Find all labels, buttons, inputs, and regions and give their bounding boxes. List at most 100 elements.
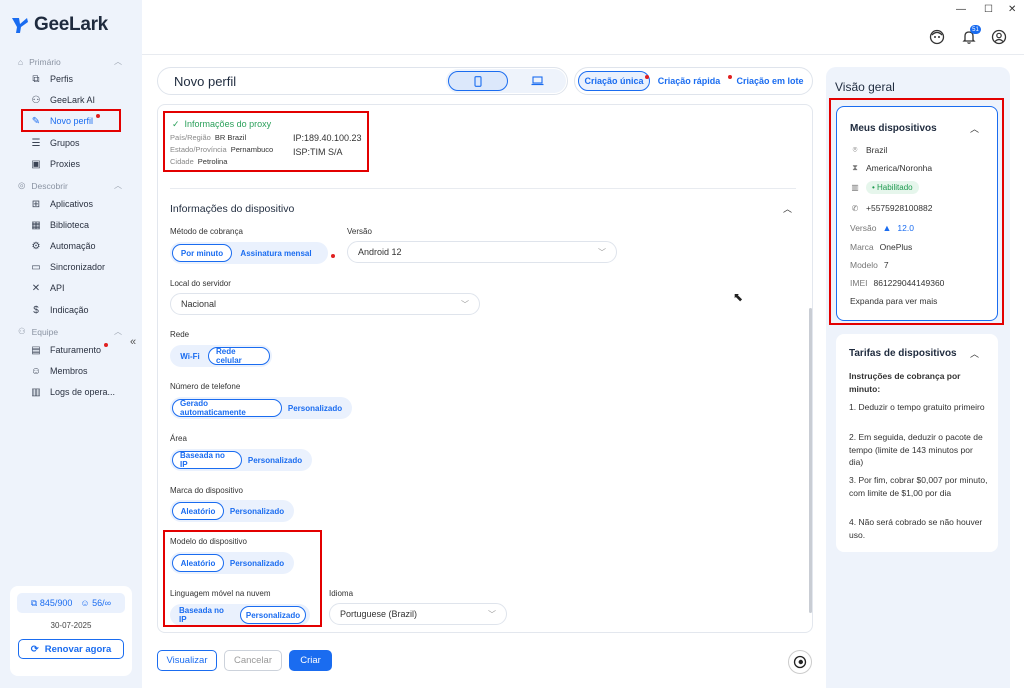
device-phone-option[interactable] <box>448 71 508 91</box>
library-icon: ▦ <box>31 219 41 231</box>
chevron-down-icon: ﹀ <box>461 299 469 309</box>
page-title: Novo perfil <box>174 74 237 89</box>
device-info-title: Informações do dispositivo <box>170 203 295 215</box>
support-icon[interactable] <box>928 28 946 46</box>
compass-icon: ◎ <box>18 180 26 190</box>
sidebar-item-library[interactable]: ▦ Biblioteca <box>30 217 124 233</box>
highlight-box-model-language <box>163 530 322 627</box>
eye-icon[interactable] <box>788 650 812 674</box>
version-label: Versão <box>347 227 372 236</box>
device-pc-option[interactable] <box>507 71 567 91</box>
account-icon[interactable] <box>990 28 1008 46</box>
plan-expiry-date: 30-07-2025 <box>50 621 92 630</box>
sidebar-item-new-profile[interactable]: ✎ Novo perfil <box>30 113 124 129</box>
chevron-down-icon: ﹀ <box>598 247 606 257</box>
refresh-icon: ⟳ <box>30 643 39 655</box>
header-divider <box>142 54 1024 55</box>
network-cellular-option[interactable]: Rede celular <box>208 347 270 365</box>
renew-button[interactable]: ⟳ Renovar agora <box>18 639 124 659</box>
area-ip-based-option[interactable]: Baseada no IP <box>172 451 242 469</box>
network-label: Rede <box>170 330 190 339</box>
tariff-item-1: 1. Deduzir o tempo gratuito primeiro <box>849 402 985 412</box>
brand-random-option[interactable]: Aleatório <box>172 502 224 520</box>
automation-icon: ⚙ <box>31 240 41 252</box>
server-location-label: Local do servidor <box>170 279 231 288</box>
idioma-label: Idioma <box>329 589 354 598</box>
sidebar-item-members[interactable]: ☺ Membros <box>30 363 124 379</box>
members-icon: ☺ <box>30 365 42 377</box>
close-icon[interactable]: ✕ <box>1008 4 1016 15</box>
app-logo: GeeLark <box>10 14 108 36</box>
billing-per-minute-option[interactable]: Por minuto <box>172 244 232 262</box>
sidebar-item-logs[interactable]: ▥ Logs de opera... <box>30 384 124 400</box>
chevron-up-icon: ︿ <box>114 327 122 336</box>
ai-icon: ⚇ <box>31 94 41 106</box>
notification-dot <box>727 75 732 79</box>
notification-dot <box>104 343 109 347</box>
phone-auto-option[interactable]: Gerado automaticamente <box>172 399 282 417</box>
notification-badge: 51 <box>970 25 981 34</box>
collapse-sidebar-icon[interactable]: « <box>130 336 136 348</box>
sidebar-item-proxies[interactable]: ▣ Proxies <box>30 156 124 172</box>
billing-monthly-option[interactable]: Assinatura mensal <box>232 244 320 262</box>
highlight-box-devices <box>829 98 1004 325</box>
cancel-button[interactable]: Cancelar <box>224 650 282 671</box>
sync-icon: ▭ <box>31 261 41 273</box>
sidebar-item-billing[interactable]: ▤ Faturamento <box>30 342 124 358</box>
tariff-item-3: 3. Por fim, cobrar $0,007 por minuto, co… <box>849 475 988 498</box>
sidebar-item-automation[interactable]: ⚙ Automação <box>30 238 124 254</box>
sidebar-section-discover[interactable]: ◎ Descobrir ︿ <box>18 180 122 191</box>
app-name: GeeLark <box>34 14 108 35</box>
sidebar-item-referral[interactable]: $ Indicação <box>30 302 124 318</box>
chevron-up-icon[interactable]: ︿ <box>783 202 792 215</box>
sidebar-item-synchronizer[interactable]: ▭ Sincronizador <box>30 259 124 275</box>
version-select[interactable]: Android 12 ﹀ <box>347 241 617 263</box>
phone-custom-option[interactable]: Personalizado <box>282 399 348 417</box>
api-icon: ✕ <box>31 282 41 294</box>
highlight-box-proxy <box>163 111 369 172</box>
chevron-up-icon: ︿ <box>114 57 122 66</box>
overview-title: Visão geral <box>835 80 895 94</box>
phone-icon <box>474 75 482 87</box>
profiles-count-icon: ⧉ <box>30 597 38 608</box>
network-segmented: Wi-Fi Rede celular <box>170 345 272 367</box>
sidebar-section-primary[interactable]: ⌂ Primário ︿ <box>18 56 122 67</box>
team-icon: ⚇ <box>18 326 26 336</box>
phone-number-label: Número de telefone <box>170 382 241 391</box>
device-brand-segmented: Aleatório Personalizado <box>170 500 294 522</box>
device-tariffs-title: Tarifas de dispositivos <box>849 348 957 359</box>
tab-batch-creation[interactable]: Criação em lote <box>732 71 808 91</box>
maximize-icon[interactable]: ☐ <box>984 4 993 15</box>
notification-dot <box>96 114 101 118</box>
area-custom-option[interactable]: Personalizado <box>242 451 308 469</box>
server-location-select[interactable]: Nacional ﹀ <box>170 293 480 315</box>
tariff-heading: Instruções de cobrança por minuto: <box>849 371 961 394</box>
idioma-select[interactable]: Portuguese (Brazil) ﹀ <box>329 603 507 625</box>
sidebar-item-profiles[interactable]: ⧉ Perfis <box>30 71 124 87</box>
chevron-up-icon[interactable]: ︿ <box>970 347 979 360</box>
form-scrollbar[interactable] <box>809 308 812 613</box>
minimize-icon[interactable]: — <box>956 4 966 15</box>
billing-icon: ▤ <box>31 344 41 356</box>
tariff-item-4: 4. Não será cobrado se não houver uso. <box>849 517 983 540</box>
brand-custom-option[interactable]: Personalizado <box>224 502 290 520</box>
phone-number-segmented: Gerado automaticamente Personalizado <box>170 397 352 419</box>
area-segmented: Baseada no IP Personalizado <box>170 449 312 471</box>
sidebar-item-apps[interactable]: ⊞ Aplicativos <box>30 196 124 212</box>
tab-quick-creation[interactable]: Criação rápida <box>654 71 724 91</box>
tab-single-creation[interactable]: Criação única <box>578 71 650 91</box>
sidebar-item-geelark-ai[interactable]: ⚇ GeeLark AI <box>30 92 124 108</box>
device-brand-label: Marca do dispositivo <box>170 486 243 495</box>
preview-button[interactable]: Visualizar <box>157 650 217 671</box>
billing-method-segmented: Por minuto Assinatura mensal <box>170 242 328 264</box>
sidebar-item-api[interactable]: ✕ API <box>30 280 124 296</box>
chevron-down-icon: ﹀ <box>488 609 496 619</box>
mouse-cursor-icon: ⬉ <box>733 290 744 304</box>
sidebar-section-team[interactable]: ⚇ Equipe ︿ <box>18 326 122 337</box>
sidebar-item-groups[interactable]: ☰ Grupos <box>30 135 124 151</box>
network-wifi-option[interactable]: Wi-Fi <box>172 347 208 365</box>
members-count-icon: ☺ <box>80 598 90 608</box>
apps-icon: ⊞ <box>31 198 41 210</box>
create-button[interactable]: Criar <box>289 650 332 671</box>
geelark-logo-icon <box>12 18 28 33</box>
